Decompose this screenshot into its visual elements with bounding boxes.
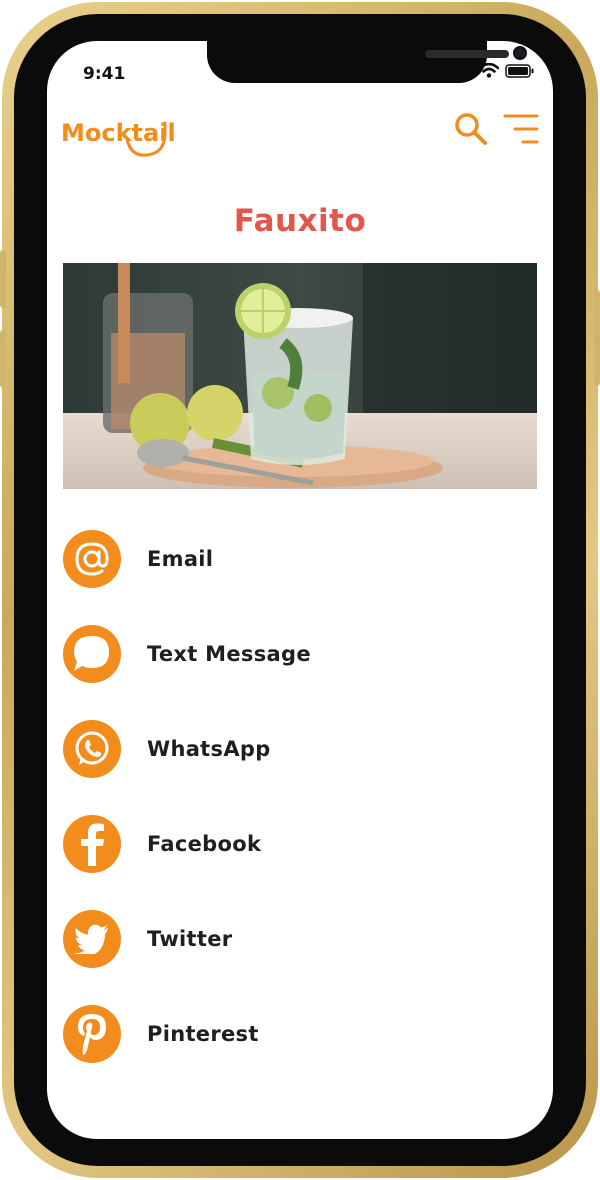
twitter-icon (63, 910, 121, 968)
brand-logo[interactable]: Mocktail (61, 111, 177, 165)
battery-icon (505, 63, 534, 78)
share-twitter[interactable]: Twitter (63, 908, 537, 970)
message-bubble-icon (63, 625, 121, 683)
share-email-label: Email (147, 547, 214, 571)
at-sign-icon (63, 530, 121, 588)
share-whatsapp-label: WhatsApp (147, 737, 271, 761)
hero-image (63, 263, 537, 489)
share-text-message-label: Text Message (147, 642, 311, 666)
share-pinterest[interactable]: Pinterest (63, 1003, 537, 1065)
search-icon (455, 113, 487, 145)
phone-screen: 9:41 Mocktail Fauxito Email Text Message… (47, 41, 553, 1139)
filter-menu-icon (503, 114, 539, 144)
power-button (594, 290, 600, 386)
notch (207, 41, 527, 83)
page-title: Fauxito (233, 203, 367, 239)
speaker-grille (425, 50, 509, 58)
share-twitter-label: Twitter (147, 927, 233, 951)
share-whatsapp[interactable]: WhatsApp (63, 718, 537, 780)
share-facebook[interactable]: Facebook (63, 813, 537, 875)
whatsapp-icon (63, 720, 121, 778)
front-camera (513, 46, 527, 60)
menu-button[interactable] (503, 111, 539, 151)
status-time: 9:41 (83, 64, 126, 84)
share-facebook-label: Facebook (147, 832, 262, 856)
volume-up-button (0, 250, 6, 308)
search-button[interactable] (453, 111, 489, 151)
share-text-message[interactable]: Text Message (63, 623, 537, 685)
mocktail-photo (63, 263, 537, 489)
facebook-icon (63, 815, 121, 873)
share-options-list: Email Text Message WhatsApp Facebook Twi… (63, 528, 537, 1098)
volume-down-button (0, 330, 6, 388)
brand-name: Mocktail (61, 119, 176, 147)
share-email[interactable]: Email (63, 528, 537, 590)
pinterest-icon (63, 1005, 121, 1063)
share-pinterest-label: Pinterest (147, 1022, 259, 1046)
